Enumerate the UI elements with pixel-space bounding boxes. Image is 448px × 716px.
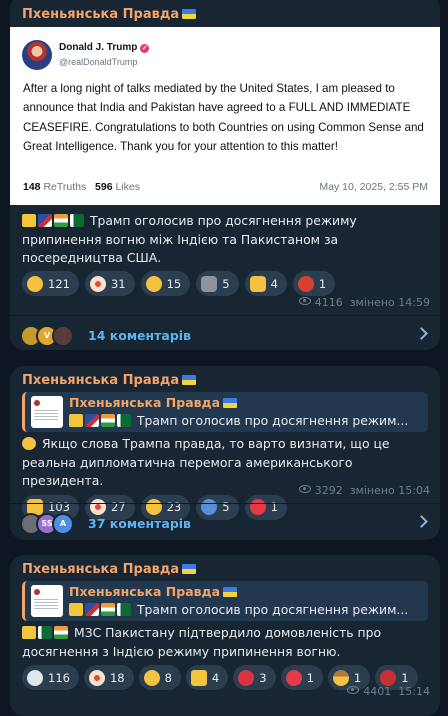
likes-label: Likes — [115, 181, 140, 193]
reply-thumbnail — [31, 585, 63, 617]
grin-emoji-icon — [143, 669, 160, 686]
retruths-count: 148 — [23, 181, 41, 193]
tweet-body: After a long night of talks mediated by … — [23, 82, 424, 154]
views-count: 4116 — [314, 296, 343, 309]
tweet-author-name: Donald J. Trump — [59, 42, 138, 53]
reaction-clown[interactable]: 31 — [84, 271, 135, 296]
pakistan-flag-icon — [38, 626, 52, 639]
reaction-thinking[interactable]: 15 — [140, 271, 191, 296]
reply-quote[interactable]: Пхеньянська Правда Трамп оголосив про до… — [22, 581, 428, 621]
reaction-moai[interactable]: 5 — [196, 271, 239, 296]
channel-name[interactable]: Пхеньянська Правда — [22, 373, 179, 388]
angry-emoji-icon — [297, 275, 314, 292]
reactions-bar: 121 31 15 5 4 1 — [10, 271, 440, 296]
chevron-right-icon — [415, 515, 428, 528]
clown-emoji-icon — [89, 275, 106, 292]
reaction-angry[interactable]: 1 — [292, 271, 336, 296]
views-eye-icon — [298, 485, 311, 493]
post-meta: 4116 змінено 14:59 — [298, 296, 430, 309]
cowboy-emoji-icon — [332, 669, 349, 686]
reply-snippet: Трамп оголосив про досягнення режим... — [136, 602, 409, 617]
post-meta: 3292 змінено 15:04 — [298, 484, 430, 497]
reaction-dove[interactable]: 116 — [22, 665, 79, 690]
thumbs-up-emoji-icon — [249, 275, 266, 292]
usa-flag-icon — [38, 214, 52, 227]
reaction-heart[interactable]: 1 — [280, 665, 323, 690]
retruths-label: ReTruths — [43, 181, 87, 193]
edited-time: змінено 14:59 — [349, 296, 430, 309]
dove-emoji-icon — [27, 669, 43, 686]
views-count: 3292 — [314, 484, 343, 497]
lightning-icon — [69, 603, 83, 616]
pakistan-flag-icon — [70, 214, 84, 227]
comments-link[interactable]: SS A 37 коментарів — [10, 503, 440, 540]
channel-name[interactable]: Пхеньянська Правда — [22, 562, 179, 577]
reply-snippet: Трамп оголосив про досягнення режим... — [136, 413, 409, 428]
trump-avatar — [22, 40, 52, 70]
reaction-broken-heart[interactable]: 3 — [233, 665, 276, 690]
clown-emoji-icon — [88, 669, 105, 686]
lightning-icon — [22, 626, 36, 639]
reaction-rofl[interactable]: 121 — [22, 271, 79, 296]
ukraine-flag-icon — [182, 375, 197, 385]
india-flag-icon — [101, 414, 115, 427]
ukraine-flag-icon — [223, 587, 238, 597]
channel-name[interactable]: Пхеньянська Правда — [22, 7, 179, 22]
edited-time: змінено 15:04 — [349, 484, 430, 497]
lightning-icon — [22, 214, 36, 227]
verified-badge-icon: ✓ — [140, 44, 150, 53]
reply-channel-name: Пхеньянська Правда — [69, 395, 221, 410]
tweet-screenshot[interactable]: Donald J. Trump ✓ @realDonaldTrump After … — [10, 27, 440, 205]
commenter-avatar: A — [52, 512, 74, 535]
tweet-date: May 10, 2025, 2:55 PM — [319, 181, 428, 193]
channel-post-2: Пхеньянська Правда Пхеньянська Правда Тр… — [10, 366, 440, 540]
reply-quote[interactable]: Пхеньянська Правда Трамп оголосив про до… — [22, 392, 428, 432]
post-message: Якщо слова Трампа правда, то варто визна… — [22, 436, 390, 488]
thinking-emoji-icon — [145, 275, 162, 292]
commenter-avatar — [52, 324, 74, 347]
comments-link[interactable]: V 14 коментарів — [10, 315, 440, 350]
reply-thumbnail — [31, 396, 63, 428]
india-flag-icon — [101, 603, 115, 616]
broken-heart-emoji-icon — [238, 669, 255, 686]
reaction-lightning[interactable]: 4 — [185, 665, 229, 690]
moai-emoji-icon — [201, 275, 218, 292]
tweet-footer: 148 ReTruths 596 Likes May 10, 2025, 2:5… — [23, 181, 428, 193]
chevron-right-icon — [415, 327, 428, 340]
post-meta: 4401 15:14 — [347, 685, 430, 698]
lightning-emoji-icon — [190, 669, 207, 686]
india-flag-icon — [54, 626, 68, 639]
post-time: 15:14 — [398, 685, 430, 698]
views-count: 4401 — [363, 685, 392, 698]
rofl-emoji-icon — [27, 275, 43, 292]
comments-count: 37 коментарів — [88, 516, 191, 531]
views-eye-icon — [298, 297, 311, 305]
channel-post-1: Пхеньянська Правда Donald J. Trump ✓ @rea… — [10, 0, 440, 350]
pakistan-flag-icon — [117, 414, 131, 427]
channel-post-3: Пхеньянська Правда Пхеньянська Правда Тр… — [10, 555, 440, 716]
reaction-thumbs-up[interactable]: 4 — [244, 271, 287, 296]
ukraine-flag-icon — [223, 398, 238, 408]
ukraine-flag-icon — [182, 564, 197, 574]
reaction-clown[interactable]: 18 — [83, 665, 134, 690]
devil-emoji-icon — [380, 669, 397, 686]
lightning-icon — [69, 414, 83, 427]
usa-flag-icon — [85, 414, 99, 427]
ukraine-flag-icon — [182, 9, 197, 19]
views-eye-icon — [347, 686, 360, 694]
comments-count: 14 коментарів — [88, 328, 191, 343]
tweet-handle: @realDonaldTrump — [59, 57, 138, 67]
likes-count: 596 — [95, 181, 113, 193]
post-message: МЗС Пакистану підтвердило домовленість п… — [22, 625, 382, 659]
reply-channel-name: Пхеньянська Правда — [69, 584, 221, 599]
monocle-emoji-icon — [22, 437, 36, 450]
reaction-grin[interactable]: 8 — [138, 665, 181, 690]
usa-flag-icon — [85, 603, 99, 616]
india-flag-icon — [54, 214, 68, 227]
pakistan-flag-icon — [117, 603, 131, 616]
heart-emoji-icon — [285, 669, 302, 686]
